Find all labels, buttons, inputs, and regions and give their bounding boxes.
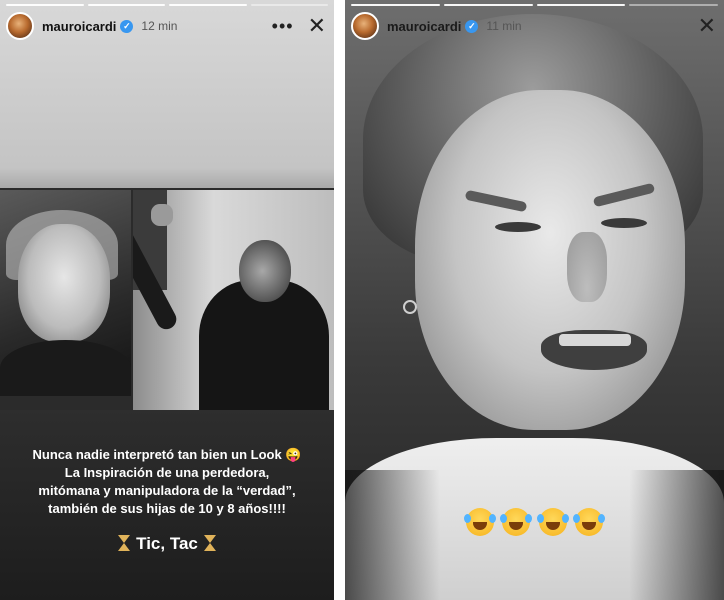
laughing-tears-emoji-icon [463, 508, 496, 536]
progress-segment [6, 4, 84, 6]
avatar[interactable] [351, 12, 379, 40]
emoji-sticker [345, 508, 724, 541]
progress-bar [351, 4, 718, 6]
more-options-icon[interactable]: ••• [272, 16, 294, 37]
progress-segment [536, 4, 626, 6]
caption-line: mitómana y manipuladora de la “verdad”, [38, 483, 296, 498]
username[interactable]: mauroicardi [42, 19, 116, 34]
laughing-tears-emoji-icon [536, 508, 569, 536]
progress-segment [629, 4, 718, 6]
timestamp: 11 min [486, 19, 522, 33]
tictac-text: Tic, Tac [0, 534, 334, 554]
story-header: mauroicardi ✓ 12 min ••• ✕ [6, 10, 326, 42]
progress-segment [351, 4, 440, 6]
laughing-tears-emoji-icon [500, 508, 533, 536]
close-icon[interactable]: ✕ [698, 15, 716, 37]
hourglass-icon [203, 535, 216, 551]
photo-woman [0, 190, 131, 396]
progress-segment [87, 4, 165, 6]
tictac-label: Tic, Tac [136, 534, 198, 553]
story-header: mauroicardi ✓ 11 min ✕ [351, 10, 716, 42]
close-icon[interactable]: ✕ [308, 15, 326, 37]
hourglass-icon [118, 535, 131, 551]
progress-bar [6, 4, 328, 6]
verified-badge-icon: ✓ [120, 19, 134, 33]
story-right[interactable]: mauroicardi ✓ 11 min ✕ [345, 0, 724, 600]
verified-badge-icon: ✓ [465, 19, 479, 33]
username[interactable]: mauroicardi [387, 19, 461, 34]
progress-segment [443, 4, 533, 6]
avatar[interactable] [6, 12, 34, 40]
caption-line: Nunca nadie interpretó tan bien un Look … [32, 447, 302, 462]
progress-segment [250, 4, 328, 6]
photo-collage [0, 188, 334, 410]
laughing-tears-emoji-icon [573, 508, 606, 536]
story-caption: Nunca nadie interpretó tan bien un Look … [0, 446, 334, 518]
caption-line: también de sus hijas de 10 y 8 años!!!! [48, 501, 286, 516]
photo-man-raised-fist [133, 190, 334, 410]
story-left[interactable]: mauroicardi ✓ 12 min ••• ✕ Nunca nadie i… [0, 0, 334, 600]
progress-segment [169, 4, 247, 6]
caption-line: La Inspiración de una perdedora, [64, 465, 270, 480]
timestamp: 12 min [141, 19, 178, 33]
divider [334, 0, 345, 600]
